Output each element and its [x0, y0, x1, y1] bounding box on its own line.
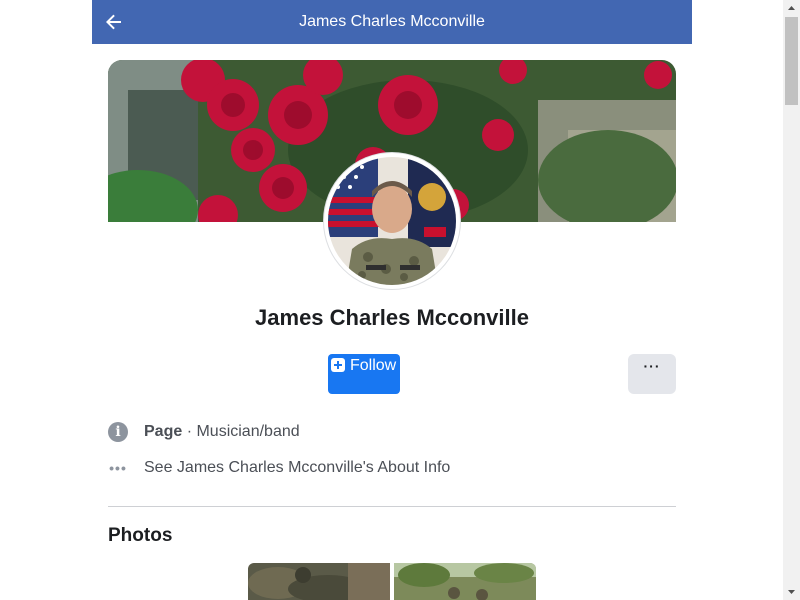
- page-category-row: i Page · Musician/band: [108, 421, 300, 443]
- more-options-button[interactable]: ···: [628, 354, 676, 394]
- about-info-row[interactable]: ••• See James Charles Mcconville's About…: [108, 457, 450, 479]
- about-info-link[interactable]: See James Charles Mcconville's About Inf…: [144, 459, 450, 477]
- page-type-label: Page: [144, 423, 183, 440]
- follow-label: Follow: [350, 357, 397, 374]
- scrollbar-thumb[interactable]: [785, 17, 798, 105]
- photo-thumbnail[interactable]: [394, 563, 536, 600]
- section-divider: [108, 506, 676, 507]
- scroll-down-arrow-icon[interactable]: [783, 583, 800, 600]
- separator: ·: [182, 423, 197, 440]
- info-circle-icon: i: [108, 422, 128, 442]
- more-dots-icon: •••: [109, 460, 127, 476]
- scroll-up-arrow-icon[interactable]: [783, 0, 800, 17]
- header-title: James Charles Mcconville: [299, 13, 485, 30]
- page-header: James Charles Mcconville: [92, 0, 692, 44]
- follow-plus-icon: [331, 358, 345, 372]
- vertical-scrollbar[interactable]: [783, 0, 800, 600]
- profile-avatar[interactable]: [324, 153, 460, 289]
- profile-name: James Charles Mcconville: [255, 305, 529, 330]
- photo-thumbnail[interactable]: [248, 563, 390, 600]
- page-category: Musician/band: [196, 423, 300, 440]
- follow-button[interactable]: Follow: [328, 354, 400, 394]
- photos-section-title: Photos: [108, 525, 173, 546]
- more-dots-icon: ···: [643, 358, 661, 374]
